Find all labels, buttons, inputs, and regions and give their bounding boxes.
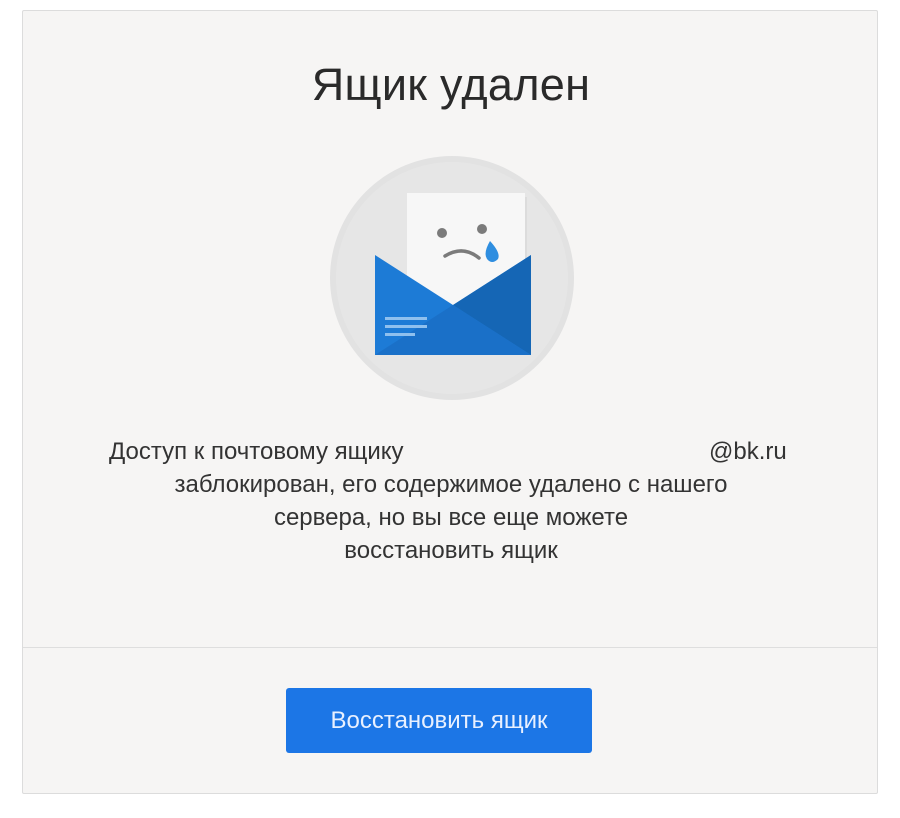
dialog-message: Доступ к почтовому ящику @bk.ru заблокир… [23,435,879,567]
email-domain: @bk.ru [709,438,787,465]
restore-mailbox-button[interactable]: Восстановить ящик [286,688,592,753]
message-prefix: Доступ к почтовому ящику [109,438,404,465]
sad-envelope-icon [329,155,575,401]
dialog-title: Ящик удален [311,59,591,110]
dialog-divider [23,647,877,648]
message-line-4: восстановить ящик [344,537,558,564]
account-deleted-dialog: Ящик удален Доступ к почтовому ящику @bk… [22,10,878,794]
message-line-3: сервера, но вы все еще можете [273,504,629,531]
message-line-2: заблокирован, его содержимое удалено с н… [174,471,728,498]
message-line-1: Доступ к почтовому ящику @bk.ru [23,435,879,468]
